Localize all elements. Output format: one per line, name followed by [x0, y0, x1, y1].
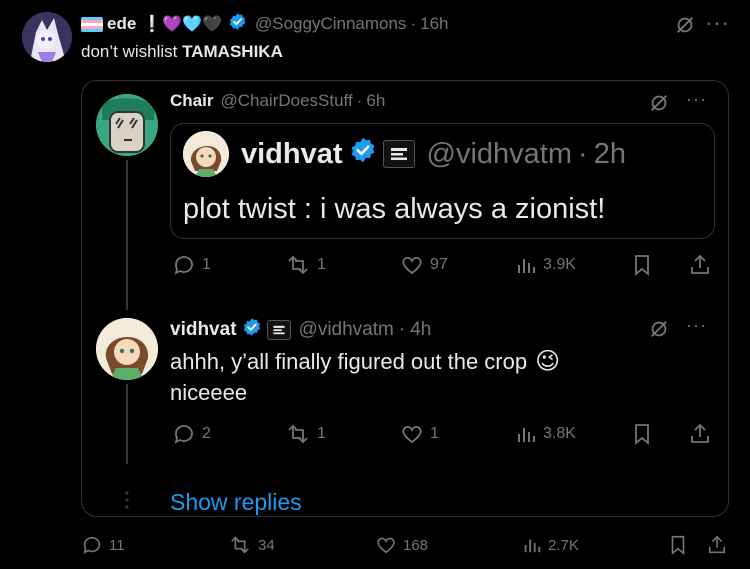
- bookmark-icon: [635, 424, 649, 445]
- author-line: ede ❕💜🩵🖤 @SoggyCinnamons · 16h: [81, 13, 448, 35]
- share-button[interactable]: [689, 422, 711, 446]
- reply-time[interactable]: 6h: [366, 91, 385, 111]
- like-button[interactable]: 1: [400, 422, 439, 446]
- grok-icon[interactable]: [648, 318, 670, 345]
- reply-count: 2: [202, 425, 211, 442]
- bookmark-button[interactable]: [632, 422, 652, 446]
- repost-button[interactable]: 1: [285, 422, 326, 446]
- reply-display-name[interactable]: vidhvat: [170, 319, 237, 341]
- like-count: 168: [403, 536, 429, 554]
- reply-button[interactable]: 2: [172, 422, 211, 446]
- reply-author-line: vidhvat @vidhvatm · 4h: [170, 317, 431, 343]
- thread-line: [126, 384, 128, 464]
- views-count: 2.7K: [548, 536, 579, 554]
- trans-flag-icon: [81, 16, 103, 32]
- bookmark-button[interactable]: [668, 534, 688, 556]
- author-handle[interactable]: @SoggyCinnamons: [255, 14, 406, 34]
- views-count: 3.8K: [543, 425, 576, 442]
- wink-emoji: 😉: [535, 348, 561, 375]
- avatar[interactable]: [96, 318, 158, 380]
- reply-count: 11: [109, 536, 125, 554]
- thread-line: [126, 160, 128, 310]
- repost-button[interactable]: 1: [285, 253, 326, 277]
- reply-display-name[interactable]: Chair: [170, 91, 213, 111]
- bookmark-icon: [671, 535, 685, 556]
- repost-count: 34: [258, 536, 275, 554]
- show-replies-link[interactable]: Show replies: [170, 489, 302, 516]
- repost-icon: [288, 424, 308, 444]
- author-display-name[interactable]: ede: [107, 14, 136, 34]
- post-text: don’t wishlist TAMASHIKA: [81, 42, 283, 62]
- reply-author-line: Chair @ChairDoesStuff · 6h: [170, 91, 385, 111]
- share-icon: [691, 423, 709, 443]
- more-options-icon[interactable]: ···: [686, 90, 707, 108]
- bookmark-icon: [635, 255, 649, 276]
- reply-text-line1: ahhh, y’all finally figured out the crop…: [170, 347, 560, 376]
- views-icon: [518, 259, 535, 273]
- post-time[interactable]: 16h: [420, 14, 448, 34]
- separator-dot: ·: [578, 137, 588, 170]
- quote-text: plot twist : i was always a zionist!: [183, 193, 606, 225]
- reply-icon: [83, 536, 101, 554]
- thread-dots-icon: [124, 490, 130, 515]
- views-button[interactable]: 2.7K: [522, 534, 579, 556]
- verified-badge-icon: [349, 136, 377, 172]
- share-icon: [708, 535, 726, 554]
- reply-count: 1: [202, 256, 211, 273]
- separator-dot: ·: [398, 319, 406, 340]
- more-options-icon[interactable]: ···: [705, 12, 730, 34]
- separator-dot: ·: [356, 91, 363, 110]
- heart-icon: [402, 425, 422, 444]
- heart-icon: [377, 537, 395, 554]
- reply-icon: [174, 256, 193, 275]
- separator-dot: ·: [410, 14, 417, 33]
- like-button[interactable]: 97: [400, 253, 448, 277]
- like-count: 1: [430, 425, 439, 442]
- quote-handle[interactable]: @vidhvatm: [427, 138, 572, 171]
- repost-icon: [288, 255, 308, 275]
- views-icon: [524, 539, 541, 553]
- reply-text-line2: niceeee: [170, 380, 248, 405]
- views-button[interactable]: 3.9K: [515, 253, 576, 277]
- post-text-bold: TAMASHIKA: [182, 42, 283, 61]
- verified-badge-icon: [242, 317, 262, 343]
- avatar[interactable]: [96, 94, 158, 156]
- quote-author-line: vidhvat @vidhvatm · 2h: [241, 136, 626, 172]
- more-options-icon[interactable]: ···: [686, 316, 707, 334]
- avatar[interactable]: [183, 131, 229, 177]
- verified-badge-icon: [228, 12, 247, 36]
- name-emoji: ❕💜🩵🖤: [142, 16, 222, 33]
- reply-handle[interactable]: @ChairDoesStuff: [220, 91, 352, 111]
- like-count: 97: [430, 256, 448, 273]
- reply-button[interactable]: 11: [81, 534, 125, 556]
- reply-handle[interactable]: @vidhvatm: [299, 319, 394, 341]
- repost-count: 1: [317, 425, 326, 442]
- repost-icon: [231, 536, 249, 554]
- affiliate-badge-icon: [266, 320, 291, 340]
- quote-time[interactable]: 2h: [594, 138, 626, 171]
- heart-icon: [402, 256, 422, 275]
- avatar[interactable]: [22, 12, 72, 62]
- grok-icon[interactable]: [674, 14, 696, 41]
- views-count: 3.9K: [543, 256, 576, 273]
- views-icon: [518, 428, 535, 442]
- share-button[interactable]: [707, 534, 727, 556]
- like-button[interactable]: 168: [375, 534, 428, 556]
- repost-button[interactable]: 34: [228, 534, 275, 556]
- affiliate-badge-icon: [382, 140, 415, 168]
- repost-count: 1: [317, 256, 326, 273]
- share-icon: [691, 254, 709, 274]
- quote-display-name[interactable]: vidhvat: [241, 138, 343, 171]
- grok-icon[interactable]: [648, 92, 670, 119]
- post-text-prefix: don’t wishlist: [81, 42, 183, 61]
- reply-icon: [174, 425, 193, 444]
- reply-button[interactable]: 1: [172, 253, 211, 277]
- share-button[interactable]: [689, 253, 711, 277]
- bookmark-button[interactable]: [632, 253, 652, 277]
- reply-text: ahhh, y’all finally figured out the crop: [170, 348, 528, 374]
- reply-time[interactable]: 4h: [410, 319, 431, 341]
- views-button[interactable]: 3.8K: [515, 422, 576, 446]
